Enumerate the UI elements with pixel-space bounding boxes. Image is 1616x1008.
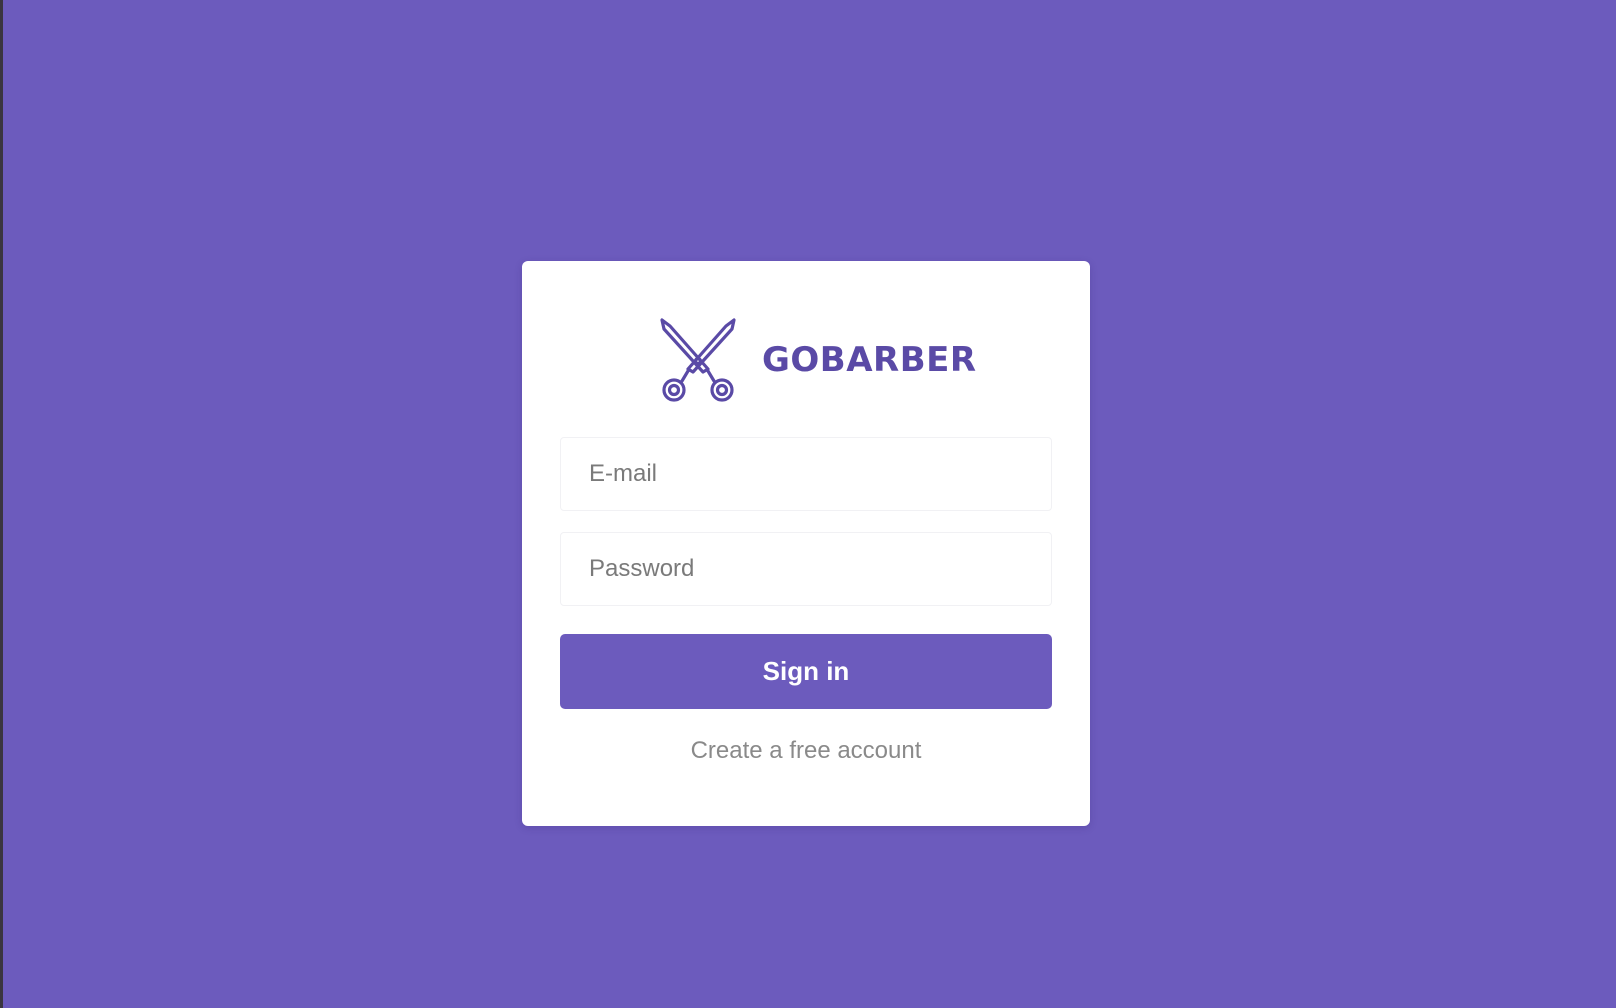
scissors-icon (660, 318, 736, 402)
brand-logo: GOBARBER (658, 316, 977, 404)
brand-name: GOBARBER (762, 340, 977, 380)
password-field[interactable] (560, 532, 1052, 606)
email-field[interactable] (560, 437, 1052, 511)
login-card: GOBARBER Sign in Create a free account (522, 261, 1090, 826)
sign-in-button[interactable]: Sign in (560, 634, 1052, 709)
window-edge (0, 0, 3, 1008)
create-account-link[interactable]: Create a free account (522, 737, 1090, 765)
